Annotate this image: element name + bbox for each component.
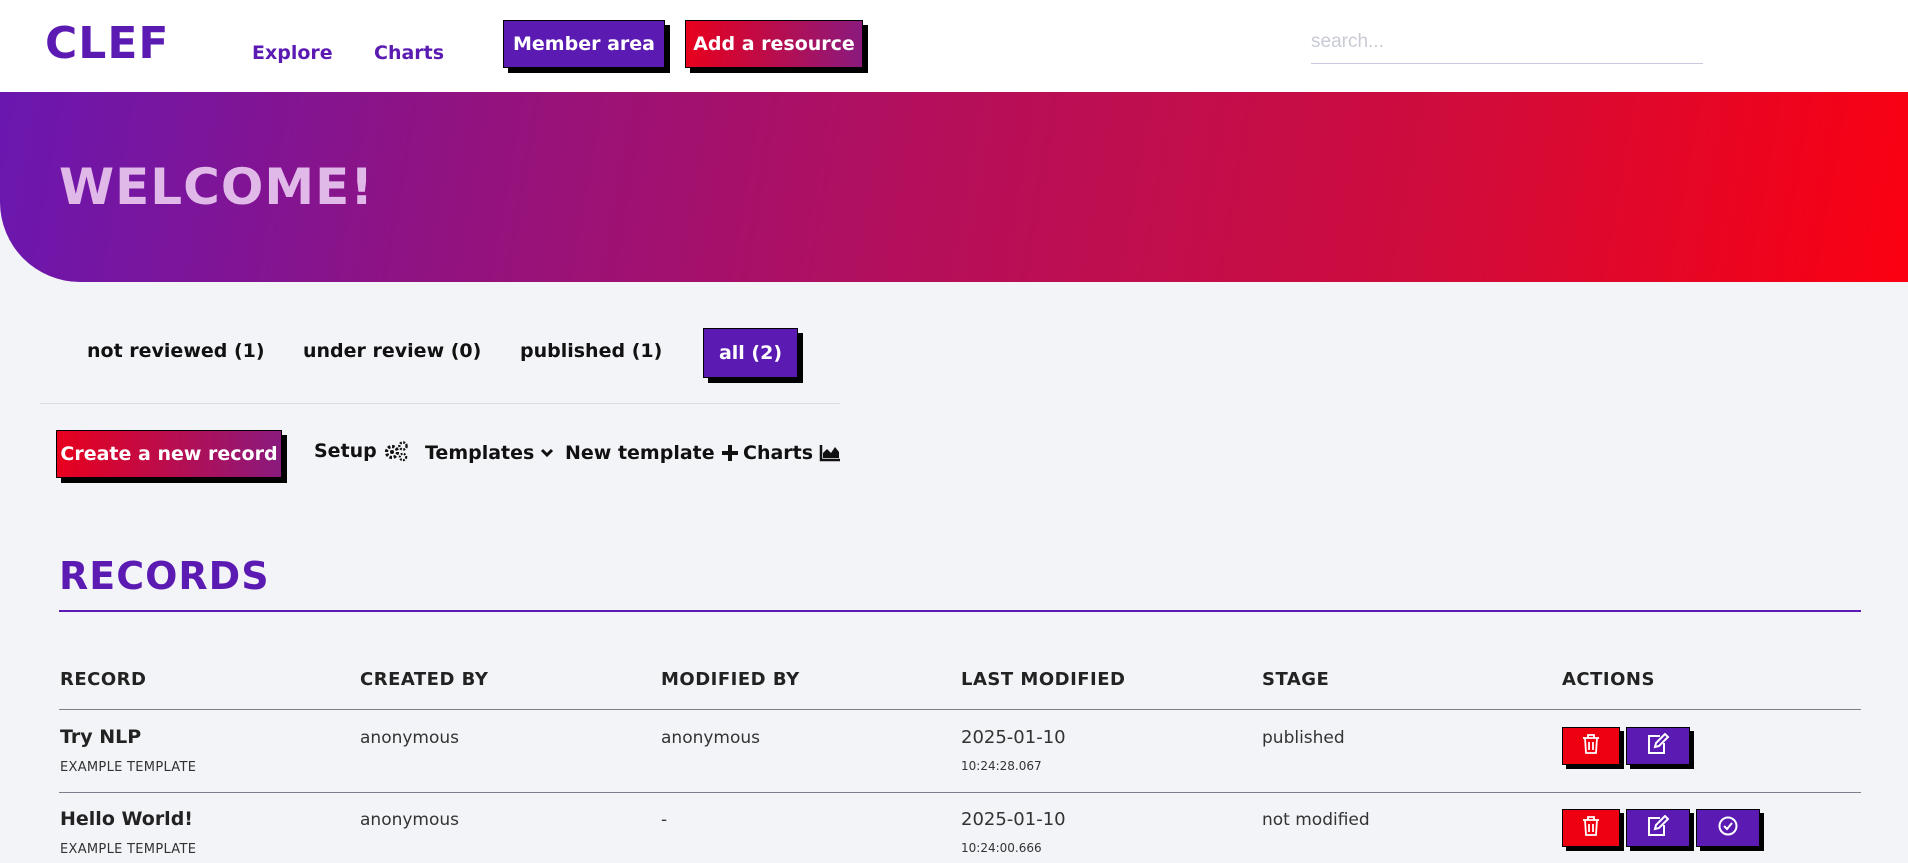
created-by-value: anonymous bbox=[360, 810, 460, 830]
trash-icon bbox=[1581, 733, 1601, 759]
column-header-stage[interactable]: STAGE bbox=[1262, 669, 1329, 690]
charts-button[interactable]: Charts bbox=[743, 442, 841, 464]
banner-title: WELCOME! bbox=[59, 158, 375, 216]
tab-not-reviewed[interactable]: not reviewed (1) bbox=[87, 340, 265, 362]
table-divider bbox=[59, 709, 1861, 710]
last-modified-time: 10:24:28.067 bbox=[961, 759, 1042, 773]
setup-button[interactable]: Setup bbox=[314, 440, 409, 462]
edit-icon bbox=[1646, 732, 1670, 759]
stage-value: published bbox=[1262, 728, 1345, 748]
delete-record-button[interactable] bbox=[1562, 809, 1620, 847]
created-by-value: anonymous bbox=[360, 728, 460, 748]
last-modified-date: 2025-01-10 bbox=[961, 809, 1066, 830]
delete-record-button[interactable] bbox=[1562, 727, 1620, 765]
plus-icon bbox=[721, 444, 739, 462]
setup-label: Setup bbox=[314, 440, 377, 462]
welcome-banner: WELCOME! bbox=[0, 92, 1908, 282]
top-navigation-bar: CLEF Explore Charts Member area Add a re… bbox=[0, 0, 1908, 92]
edit-record-button[interactable] bbox=[1626, 809, 1690, 847]
publish-record-button[interactable] bbox=[1696, 809, 1760, 847]
record-template-label: EXAMPLE TEMPLATE bbox=[60, 760, 197, 775]
charts-label: Charts bbox=[743, 442, 814, 464]
area-chart-icon bbox=[819, 444, 841, 462]
last-modified-time: 10:24:00.666 bbox=[961, 841, 1042, 855]
new-template-label: New template bbox=[565, 442, 715, 464]
check-circle-icon bbox=[1717, 815, 1739, 841]
edit-record-button[interactable] bbox=[1626, 727, 1690, 765]
member-area-button[interactable]: Member area bbox=[503, 20, 665, 68]
nav-charts-link[interactable]: Charts bbox=[374, 42, 444, 64]
column-header-created-by[interactable]: CREATED BY bbox=[360, 669, 488, 690]
trash-icon bbox=[1581, 815, 1601, 841]
modified-by-value: anonymous bbox=[661, 728, 761, 748]
stage-value: not modified bbox=[1262, 810, 1370, 830]
column-header-record[interactable]: RECORD bbox=[60, 669, 146, 690]
tab-all[interactable]: all (2) bbox=[703, 328, 798, 378]
add-resource-button[interactable]: Add a resource bbox=[685, 20, 863, 68]
tabs-divider bbox=[40, 403, 840, 404]
record-title-link[interactable]: Hello World! bbox=[60, 808, 193, 830]
site-logo[interactable]: CLEF bbox=[45, 18, 169, 69]
record-title-link[interactable]: Try NLP bbox=[60, 726, 141, 748]
records-heading: RECORDS bbox=[59, 554, 270, 598]
gears-icon bbox=[383, 440, 409, 462]
last-modified-date: 2025-01-10 bbox=[961, 727, 1066, 748]
nav-explore-link[interactable]: Explore bbox=[252, 42, 333, 64]
edit-icon bbox=[1646, 814, 1670, 841]
records-underline bbox=[59, 610, 1861, 612]
create-record-button[interactable]: Create a new record bbox=[56, 430, 282, 478]
table-divider bbox=[59, 792, 1861, 793]
tab-under-review[interactable]: under review (0) bbox=[303, 340, 481, 362]
templates-dropdown[interactable]: Templates bbox=[425, 442, 554, 464]
record-template-label: EXAMPLE TEMPLATE bbox=[60, 842, 197, 857]
tab-published[interactable]: published (1) bbox=[520, 340, 662, 362]
templates-label: Templates bbox=[425, 442, 535, 464]
modified-by-value: - bbox=[661, 810, 668, 830]
column-header-modified-by[interactable]: MODIFIED BY bbox=[661, 669, 800, 690]
chevron-down-icon bbox=[540, 447, 554, 459]
search-input[interactable] bbox=[1311, 20, 1703, 64]
new-template-button[interactable]: New template bbox=[565, 442, 739, 464]
column-header-last-modified[interactable]: LAST MODIFIED bbox=[961, 669, 1126, 690]
column-header-actions: ACTIONS bbox=[1562, 669, 1655, 690]
